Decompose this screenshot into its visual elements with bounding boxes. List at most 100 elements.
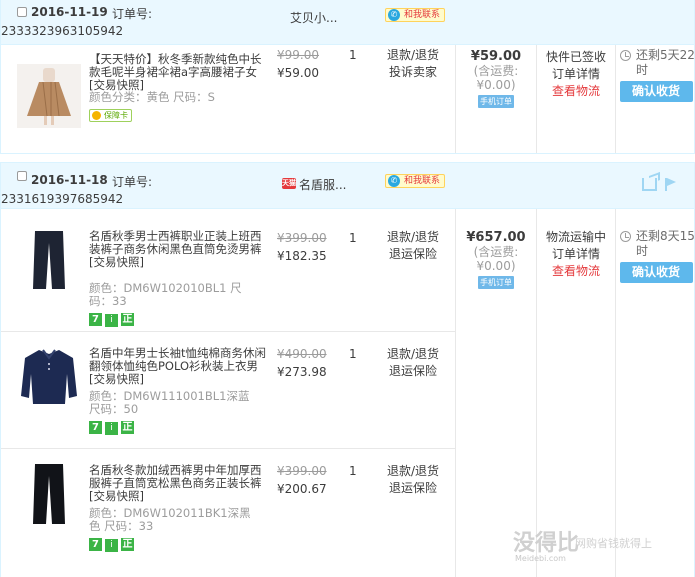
refund-link[interactable]: 退款/退货 [383,229,443,246]
seven-day-return-icon: 7 [89,538,102,551]
order-checkbox[interactable] [17,171,27,181]
list-item: 名盾中年男士长袖t恤纯棉商务休闲翻领体恤纯色POLO衫秋装上衣男 [交易快照] … [1,332,455,449]
seven-day-return-icon: 7 [89,421,102,434]
shop-name[interactable]: 名盾服... [299,176,346,193]
time-remaining: 还剩8天15时 [620,229,695,259]
item-services: 退款/退货 退运保险 [383,463,443,497]
view-logistics-link[interactable]: 查看物流 [537,263,615,280]
paid-price: ¥59.00 [277,66,319,80]
product-thumbnail[interactable] [17,462,81,526]
paid-price: ¥182.35 [277,249,327,263]
product-thumbnail[interactable] [17,344,81,408]
share-icon[interactable] [642,178,657,191]
order-number: 2333323963105942 [1,24,124,38]
watermark-slogan: 网购省钱就得上 [575,537,652,550]
refund-link[interactable]: 退款/退货 [383,47,443,64]
refund-link[interactable]: 退款/退货 [383,463,443,480]
order-total: ¥657.00 [466,230,526,245]
paid-price: ¥200.67 [277,482,327,496]
clock-icon [620,231,631,242]
product-props: 颜色分类：黄色 尺码：S [89,90,215,104]
contact-label: 和我联系 [404,176,441,186]
time-remaining: 还剩5天22时 [620,48,695,78]
view-logistics-link[interactable]: 查看物流 [537,83,615,100]
refund-link[interactable]: 退款/退货 [383,346,443,363]
confirm-receipt-button[interactable]: 确认收货 [619,81,693,102]
order-card: 2016-11-19 订单号: 2333323963105942 艾贝小... … [0,0,695,154]
total-column: ¥59.00 (含运费: ¥0.00) 手机订单 [455,45,536,153]
quantity: 1 [349,231,357,245]
order-number: 2331619397685942 [1,192,124,206]
genuine-icon: 正 [121,421,134,434]
order-checkbox[interactable] [17,7,27,17]
original-price: ¥399.00 [277,464,327,478]
shipping-value: ¥0.00) [476,259,516,273]
product-thumbnail[interactable] [17,64,81,128]
mobile-order-badge: 手机订单 [478,95,514,108]
action-column: 还剩5天22时 确认收货 [615,45,695,153]
service-badges: 保障卡 [89,107,132,122]
order-card: 2016-11-18 订单号: 2331619397685942 天猫 名盾服.… [0,162,695,577]
product-title[interactable]: 名盾中年男士长袖t恤纯棉商务休闲翻领体恤纯色POLO衫秋装上衣男 [交易快照] [89,347,269,386]
item-services: 退款/退货 退运保险 [383,229,443,263]
product-thumbnail[interactable] [17,229,81,293]
genuine-icon: 正 [121,313,134,326]
contact-seller-button[interactable]: ✆ 和我联系 [385,174,446,188]
time-remaining-text: 还剩5天22时 [636,48,695,77]
shipping-label: (含运费: [473,245,519,259]
contact-seller-button[interactable]: ✆ 和我联系 [385,8,446,22]
product-title[interactable]: 名盾秋冬款加绒西裤男中年加厚西服裤子直筒宽松黑色商务正装长裤 [交易快照] [89,464,269,503]
original-price: ¥490.00 [277,347,327,361]
tmall-icon: 天猫 [282,178,296,189]
original-price: ¥99.00 [277,48,319,62]
product-props: 颜色：DM6W111001BL1深蓝 尺码：50 [89,389,250,416]
watermark-logo: 没得比 [513,531,580,556]
watermark-url: Meidebi.com [515,554,566,563]
genuine-icon: 正 [121,538,134,551]
confirm-receipt-button[interactable]: 确认收货 [619,262,693,283]
status-column: 快件已签收 订单详情 查看物流 [536,45,615,153]
quantity: 1 [349,48,357,62]
list-item: 名盾秋冬款加绒西裤男中年加厚西服裤子直筒宽松黑色商务正装长裤 [交易快照] 颜色… [1,449,455,577]
mobile-order-badge: 手机订单 [478,276,514,289]
order-total: ¥59.00 [470,49,522,64]
status-column: 物流运输中 订单详情 查看物流 [536,209,615,577]
product-props: 颜色：DM6W102010BL1 尺码：33 [89,281,242,308]
order-status: 快件已签收 [545,50,606,64]
order-header: 2016-11-19 订单号: 2333323963105942 艾贝小... … [1,0,694,45]
order-date: 2016-11-18 [31,173,108,187]
product-title[interactable]: 【天天特价】秋冬季新款纯色中长款毛呢半身裙伞裙a字高腰裙子女 [交易快照] [89,53,269,92]
item-services: 退款/退货 投诉卖家 [383,47,443,81]
info-icon: i [105,539,118,552]
info-icon: i [105,422,118,435]
shop-name[interactable]: 艾贝小... [290,9,337,26]
insurance-link[interactable]: 退运保险 [383,480,443,497]
insurance-link[interactable]: 退运保险 [383,363,443,380]
chat-icon: ✆ [388,9,400,21]
order-details-link[interactable]: 订单详情 [537,66,615,83]
seven-day-return-icon: 7 [89,313,102,326]
quantity: 1 [349,464,357,478]
clock-icon [620,50,631,61]
insurance-link[interactable]: 退运保险 [383,246,443,263]
quantity: 1 [349,347,357,361]
flag-icon[interactable] [665,178,676,191]
chat-icon: ✆ [388,175,400,187]
shipping-label: (含运费: [473,64,519,78]
list-item: 【天天特价】秋冬季新款纯色中长款毛呢半身裙伞裙a字高腰裙子女 [交易快照] 颜色… [1,45,455,153]
info-icon: i [105,314,118,327]
list-item: 名盾秋季男士西裤职业正装上班西装裤子商务休闲黑色直筒免烫男裤 [交易快照] 颜色… [1,209,455,332]
order-number-label: 订单号: [112,7,153,21]
original-price: ¥399.00 [277,231,327,245]
time-remaining-text: 还剩8天15时 [636,229,695,258]
contact-label: 和我联系 [404,10,441,20]
paid-price: ¥273.98 [277,365,327,379]
guarantee-card-badge[interactable]: 保障卡 [89,109,132,122]
order-number-label: 订单号: [112,175,153,189]
complain-link[interactable]: 投诉卖家 [383,64,443,81]
product-title[interactable]: 名盾秋季男士西裤职业正装上班西装裤子商务休闲黑色直筒免烫男裤 [交易快照] [89,230,269,269]
order-details-link[interactable]: 订单详情 [537,246,615,263]
total-column: ¥657.00 (含运费: ¥0.00) 手机订单 [455,209,536,577]
item-services: 退款/退货 退运保险 [383,346,443,380]
order-date: 2016-11-19 [31,5,108,19]
